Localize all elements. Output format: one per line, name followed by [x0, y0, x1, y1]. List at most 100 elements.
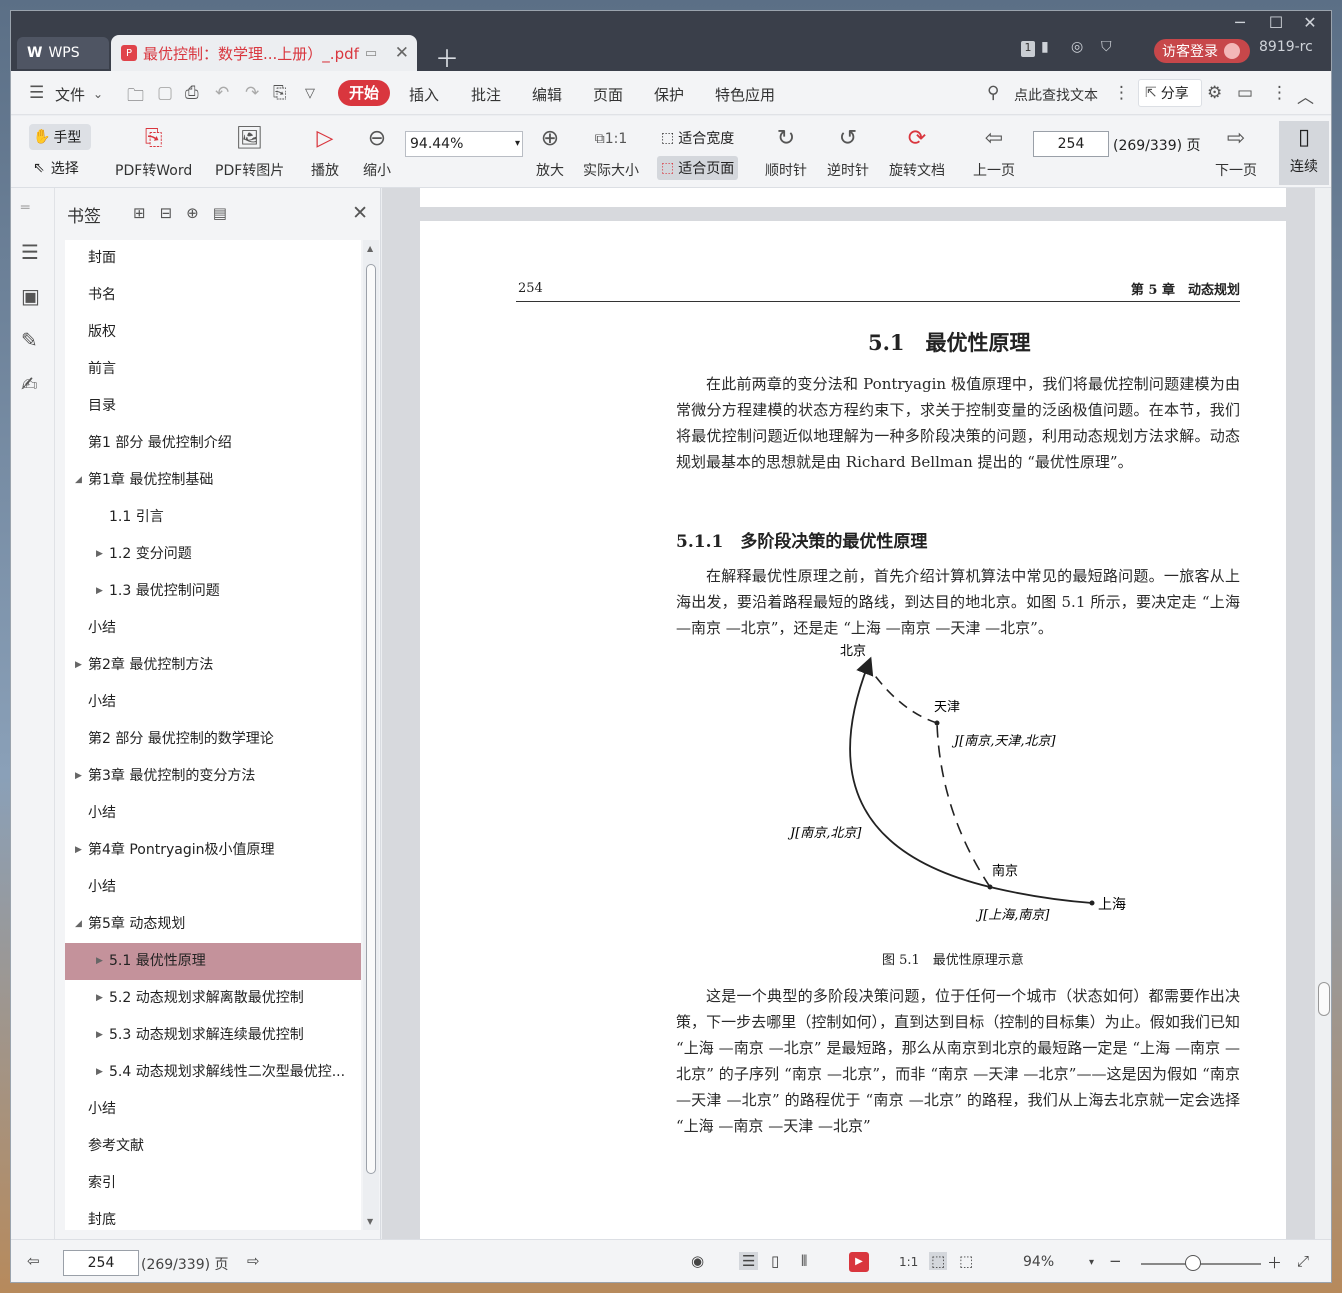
- export-icon[interactable]: ⎘: [273, 83, 287, 103]
- save-icon[interactable]: ▢: [157, 83, 173, 103]
- bookmark-item[interactable]: 小结: [65, 610, 361, 647]
- window-list-icon[interactable]: ▮: [1041, 39, 1049, 55]
- search-icon[interactable]: ⚲: [987, 83, 999, 103]
- hand-tool-button[interactable]: ✋ 手型: [29, 124, 91, 150]
- more-options-icon[interactable]: ⋮: [1271, 83, 1288, 103]
- status-page-input[interactable]: 254: [63, 1250, 139, 1276]
- zoom-input[interactable]: 94.44% ▾: [405, 131, 523, 157]
- bookmark-item[interactable]: 第1 部分 最优控制介绍: [65, 425, 361, 462]
- login-button[interactable]: 访客登录: [1154, 39, 1250, 63]
- bookmark-settings-icon[interactable]: ▤: [213, 204, 227, 222]
- open-folder-icon[interactable]: 🗀: [127, 83, 144, 112]
- outline-icon[interactable]: ☰: [21, 240, 39, 264]
- fullscreen-icon[interactable]: ⤢: [1297, 1252, 1309, 1270]
- more-dropdown-icon[interactable]: ▽: [305, 86, 315, 101]
- skin-icon[interactable]: ⛉: [1101, 39, 1112, 55]
- collapse-all-icon[interactable]: ⊟: [160, 204, 173, 222]
- bookmark-item[interactable]: ▶ 5.1 最优性原理: [65, 943, 361, 980]
- status-prev-icon[interactable]: ⇦: [27, 1252, 40, 1270]
- tab-close-icon[interactable]: ✕: [395, 43, 409, 63]
- pdf-to-image-button[interactable]: 🖼 PDF转图片: [215, 124, 284, 180]
- menu-page[interactable]: 页面: [593, 84, 623, 105]
- bookmark-item[interactable]: ▶ 第2章 最优控制方法: [65, 647, 361, 684]
- preview-icon[interactable]: ▭: [365, 46, 377, 61]
- scroll-up-icon[interactable]: ▲: [367, 244, 373, 253]
- bookmark-item[interactable]: ▶ 1.3 最优控制问题: [65, 573, 361, 610]
- hamburger-icon[interactable]: ☰: [29, 83, 44, 103]
- collapsed-arrow-icon[interactable]: ▶: [96, 1017, 103, 1054]
- menu-insert[interactable]: 插入: [409, 84, 439, 105]
- add-bookmark-icon[interactable]: ⊕: [186, 204, 199, 222]
- pdf-to-word-button[interactable]: ⎘ PDF转Word: [115, 124, 192, 180]
- next-page-button[interactable]: ⇨ 下一页: [1215, 124, 1257, 180]
- chevron-down-icon[interactable]: ⌄: [93, 87, 103, 101]
- document-view[interactable]: 254 第 5 章 动态规划 5.1 最优性原理 在此前两章的变分法和 Pont…: [382, 188, 1331, 1239]
- window-count-badge[interactable]: 1: [1021, 41, 1035, 57]
- eye-protect-icon[interactable]: ◉: [691, 1252, 704, 1270]
- rotate-cw-button[interactable]: ↻ 顺时针: [765, 124, 807, 180]
- page-number-input[interactable]: 254: [1033, 131, 1109, 157]
- bookmark-item[interactable]: ▶ 1.2 变分问题: [65, 536, 361, 573]
- settings-gear-icon[interactable]: ⚙: [1207, 83, 1222, 103]
- bookmark-item[interactable]: 小结: [65, 869, 361, 906]
- collapsed-arrow-icon[interactable]: ▶: [96, 980, 103, 1017]
- zoom-slider[interactable]: [1141, 1263, 1261, 1265]
- bookmark-item[interactable]: ▶ 第4章 Pontryagin极小值原理: [65, 832, 361, 869]
- menu-file[interactable]: 文件: [55, 84, 85, 105]
- collapsed-arrow-icon[interactable]: ▶: [96, 943, 103, 980]
- close-window-icon[interactable]: ✕: [1297, 13, 1323, 32]
- zoom-dropdown-icon[interactable]: ▾: [515, 132, 520, 156]
- bookmark-item[interactable]: ◢ 第1章 最优控制基础: [65, 462, 361, 499]
- document-scrollbar[interactable]: [1315, 188, 1331, 1239]
- search-text-button[interactable]: 点此查找文本: [1014, 85, 1098, 105]
- menu-edit[interactable]: 编辑: [532, 84, 562, 105]
- menu-comment[interactable]: 批注: [471, 84, 501, 105]
- chat-icon[interactable]: ▭: [1237, 83, 1253, 103]
- maximize-icon[interactable]: ☐: [1263, 13, 1289, 32]
- actual-size-status-icon[interactable]: 1:1: [899, 1255, 918, 1269]
- rotate-ccw-button[interactable]: ↺ 逆时针: [827, 124, 869, 180]
- bookmark-item[interactable]: 版权: [65, 314, 361, 351]
- undo-icon[interactable]: ↶: [215, 83, 229, 103]
- status-next-icon[interactable]: ⇨: [247, 1252, 260, 1270]
- rail-drag-handle-icon[interactable]: ═: [21, 200, 29, 216]
- collapsed-arrow-icon[interactable]: ▶: [96, 573, 103, 610]
- actual-size-button[interactable]: ⧉1:1 实际大小: [583, 124, 639, 180]
- bookmark-item[interactable]: 前言: [65, 351, 361, 388]
- bookmark-item[interactable]: 1.1 引言: [65, 499, 361, 536]
- bookmark-item[interactable]: 封底: [65, 1202, 361, 1230]
- rotate-doc-button[interactable]: ⟳ 旋转文档: [889, 124, 945, 180]
- play-slideshow-icon[interactable]: ▶: [849, 1252, 869, 1272]
- bookmark-item[interactable]: 小结: [65, 684, 361, 721]
- bookmark-scrollbar[interactable]: ▲ ▼: [363, 240, 379, 1230]
- collapsed-arrow-icon[interactable]: ▶: [96, 536, 103, 573]
- more-vert-icon[interactable]: ⋮: [1113, 83, 1130, 103]
- collapsed-arrow-icon[interactable]: ▶: [75, 832, 82, 869]
- bookmark-scroll-thumb[interactable]: [366, 264, 376, 1174]
- bookmark-item[interactable]: ▶ 第3章 最优控制的变分方法: [65, 758, 361, 795]
- zoom-slider-knob[interactable]: [1185, 1255, 1201, 1271]
- play-button[interactable]: ▷ 播放: [311, 124, 339, 180]
- fit-width-status-icon[interactable]: ⬚: [959, 1252, 973, 1270]
- bookmark-item[interactable]: ▶ 5.4 动态规划求解线性二次型最优控...: [65, 1054, 361, 1091]
- bookmark-item[interactable]: ◢ 第5章 动态规划: [65, 906, 361, 943]
- status-zoom-value[interactable]: 94%: [1023, 1254, 1054, 1270]
- tab-document[interactable]: P 最优控制：数学理...上册）_.pdf ▭ ✕: [111, 35, 417, 71]
- cloud-icon[interactable]: ◎: [1071, 39, 1083, 55]
- continuous-button[interactable]: ▯ 连续: [1279, 121, 1329, 185]
- tab-wps-home[interactable]: W WPS: [17, 37, 109, 69]
- expanded-arrow-icon[interactable]: ◢: [75, 906, 82, 943]
- bookmark-item[interactable]: 小结: [65, 1091, 361, 1128]
- close-panel-icon[interactable]: ✕: [352, 202, 368, 224]
- signature-icon[interactable]: ✍: [21, 372, 38, 396]
- fit-width-button[interactable]: ⬚ 适合宽度: [661, 128, 734, 148]
- bookmark-item[interactable]: 第2 部分 最优控制的数学理论: [65, 721, 361, 758]
- prev-page-button[interactable]: ⇦ 上一页: [973, 124, 1015, 180]
- bookmark-item[interactable]: ▶ 5.3 动态规划求解连续最优控制: [65, 1017, 361, 1054]
- menu-protect[interactable]: 保护: [654, 84, 684, 105]
- bookmark-item[interactable]: 参考文献: [65, 1128, 361, 1165]
- select-tool-button[interactable]: ⇖ 选择: [33, 158, 79, 178]
- scroll-down-icon[interactable]: ▼: [367, 1217, 373, 1226]
- print-icon[interactable]: ⎙: [185, 83, 199, 103]
- share-button[interactable]: ⇱ 分享: [1138, 79, 1202, 107]
